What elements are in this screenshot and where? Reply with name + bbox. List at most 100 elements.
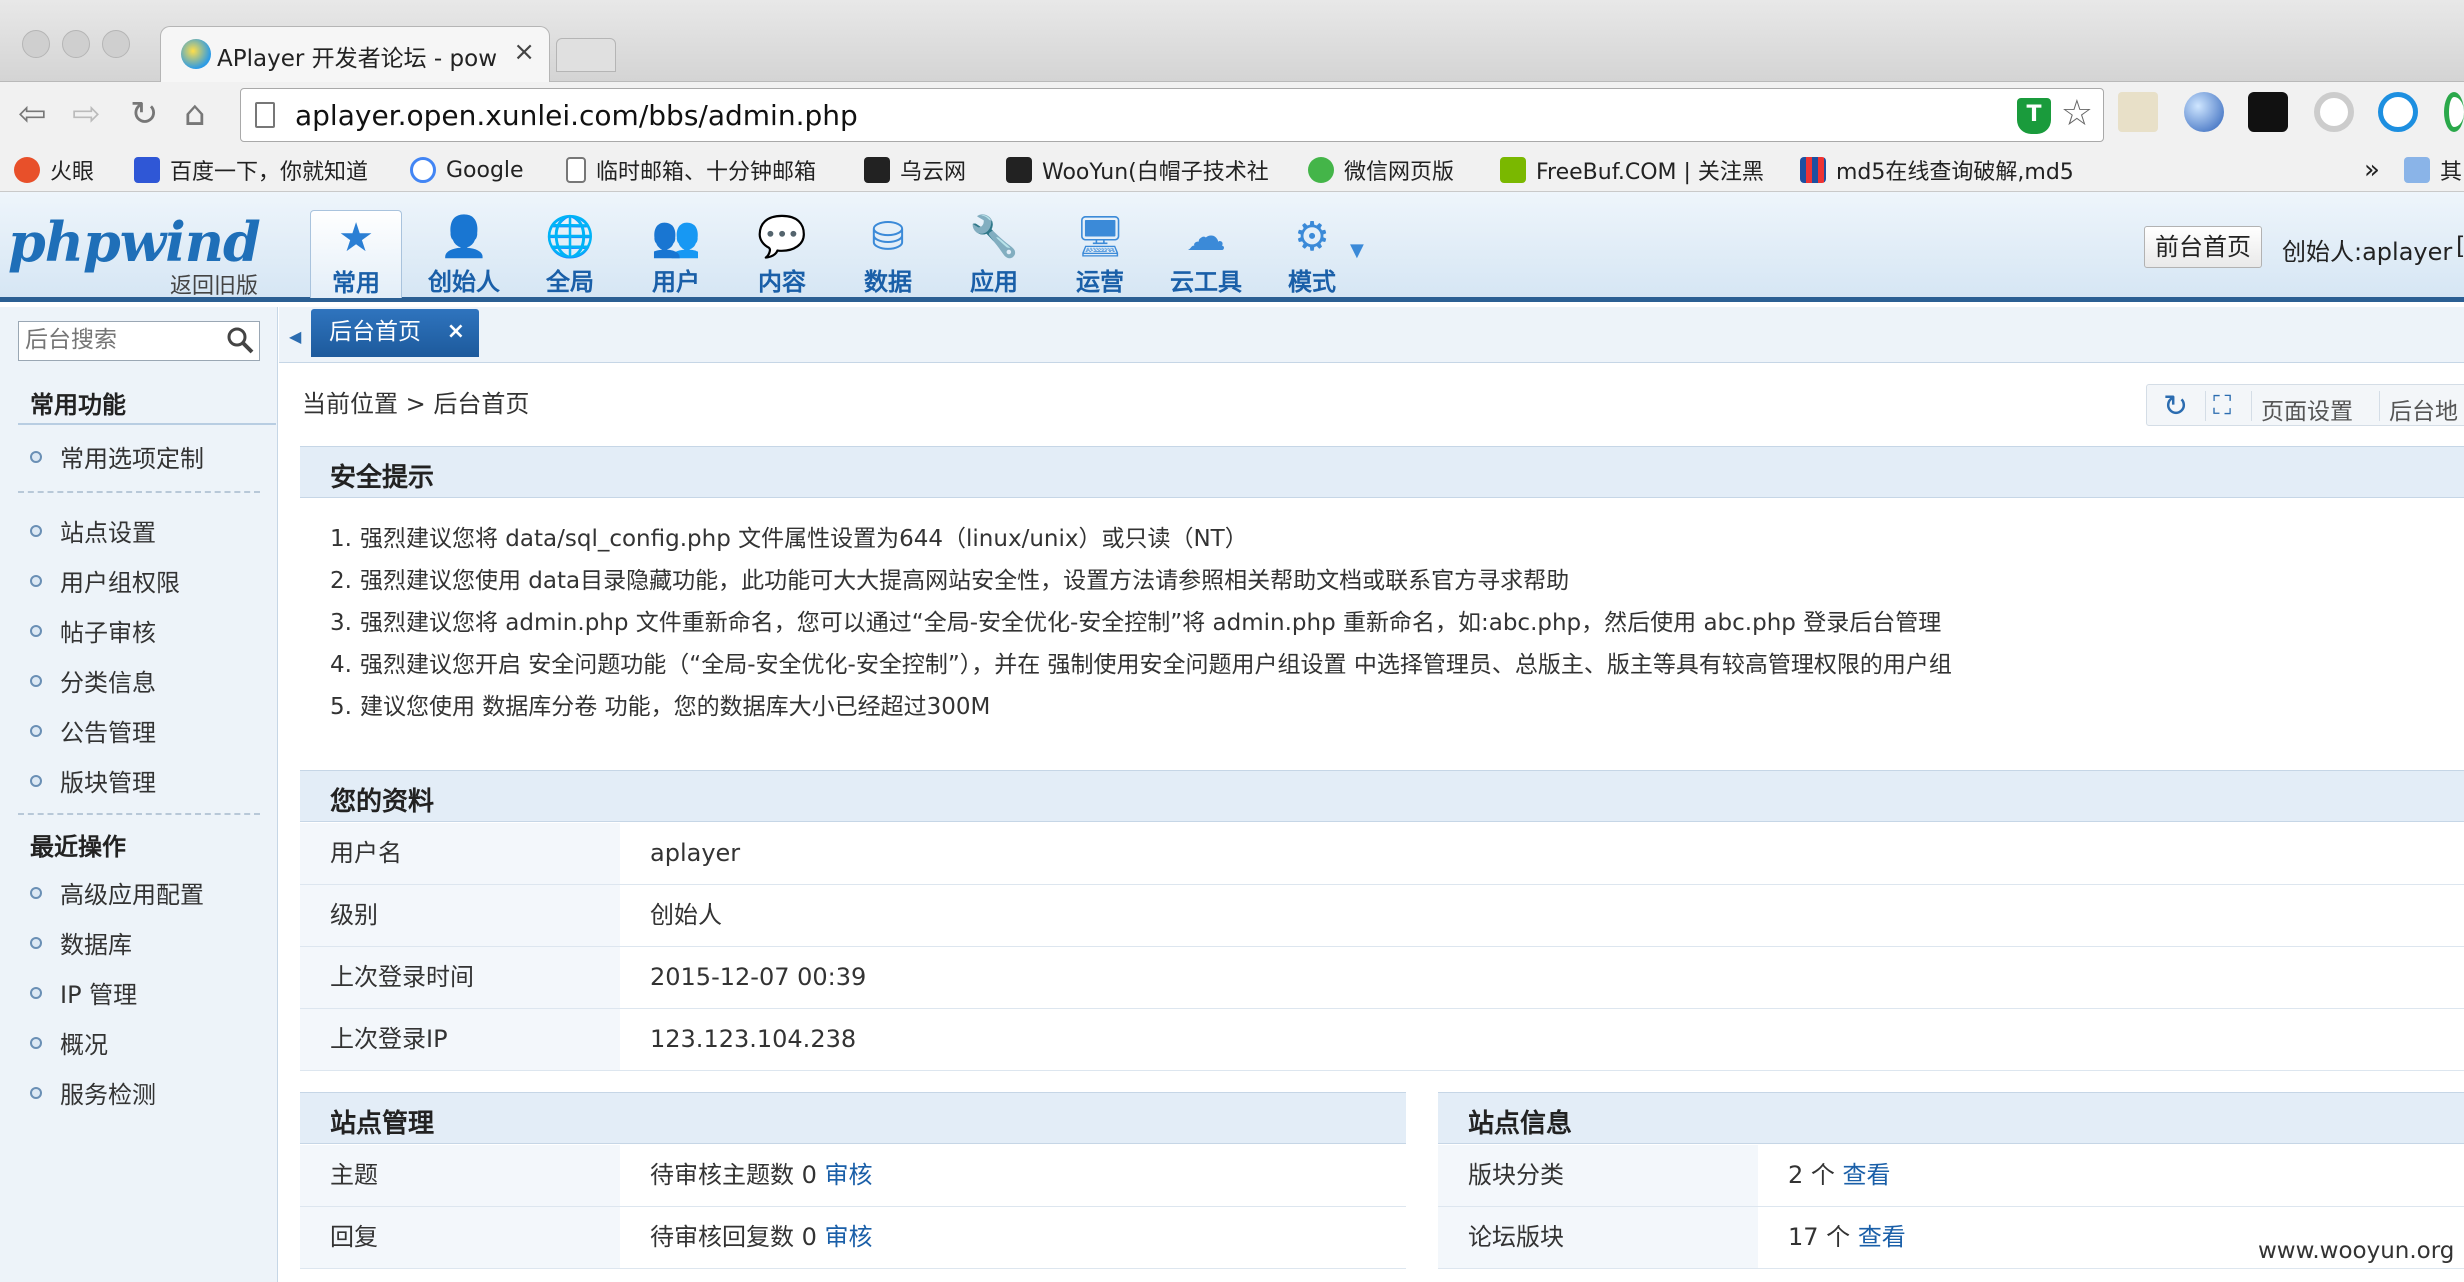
bookmark-item[interactable]: 临时邮箱、十分钟邮箱 xyxy=(566,152,816,188)
new-tab-button[interactable] xyxy=(556,38,616,72)
review-topics-link[interactable]: 审核 xyxy=(825,1161,873,1189)
nav-data[interactable]: ⛁ 数据 xyxy=(842,210,934,298)
nav-cloud-tools[interactable]: ☁ 云工具 xyxy=(1160,210,1252,298)
bookmark-item[interactable]: 微信网页版 xyxy=(1308,152,1454,188)
review-replies-link[interactable]: 审核 xyxy=(825,1223,873,1251)
window-minimize-button[interactable] xyxy=(62,30,90,58)
bookmark-item[interactable]: WooYun(白帽子技术社 xyxy=(1006,152,1269,188)
bookmark-item[interactable]: 乌云网 xyxy=(864,152,966,188)
sidebar-item-database[interactable]: 数据库 xyxy=(30,925,132,960)
table-row: 回复 待审核回复数 0 审核 xyxy=(300,1207,1406,1269)
tab-admin-home[interactable]: 后台首页 × xyxy=(311,309,479,357)
nav-common[interactable]: ★ 常用 xyxy=(310,210,402,298)
security-tips-header: 安全提示 xyxy=(300,446,2464,498)
tab-close-icon[interactable]: × xyxy=(447,309,465,355)
sidebar-item-label: 高级应用配置 xyxy=(60,881,204,909)
sidebar-item-announcements[interactable]: 公告管理 xyxy=(30,713,156,748)
nav-more-arrow-icon[interactable]: ▼ xyxy=(1350,240,1364,261)
nav-founder[interactable]: 👤 创始人 xyxy=(418,210,510,298)
admin-map-button[interactable]: 后台地 xyxy=(2389,392,2458,426)
row-value: 2 个 查看 xyxy=(1758,1145,1891,1205)
bookmarks-folder[interactable]: 其 xyxy=(2404,152,2462,188)
home-icon[interactable]: ⌂ xyxy=(184,94,206,134)
bookmark-favicon-icon xyxy=(1006,157,1032,183)
reload-icon[interactable]: ↻ xyxy=(130,94,159,134)
browser-tab-active[interactable]: APlayer 开发者论坛 - powere × xyxy=(160,26,550,82)
back-to-old-version-link[interactable]: 返回旧版 xyxy=(170,268,258,300)
bookmark-item[interactable]: FreeBuf.COM | 关注黑 xyxy=(1500,152,1764,188)
site-info-header: 站点信息 xyxy=(1438,1092,2464,1144)
address-bar[interactable]: aplayer.open.xunlei.com/bbs/admin.php T … xyxy=(240,88,2104,142)
nav-apps[interactable]: 🔧 应用 xyxy=(948,210,1040,298)
bookmark-item[interactable]: 百度一下，你就知道 xyxy=(134,152,368,188)
section-title: 站点管理 xyxy=(330,1109,435,1139)
tab-title: APlayer 开发者论坛 - powere xyxy=(217,46,497,72)
bookmark-item[interactable]: 火眼 xyxy=(14,152,94,188)
sidebar-item-category-info[interactable]: 分类信息 xyxy=(30,663,156,698)
url-text: aplayer.open.xunlei.com/bbs/admin.php xyxy=(295,99,858,132)
front-page-button[interactable]: 前台首页 xyxy=(2144,226,2262,268)
tip-text: 强烈建议您将 data/sql_config.php 文件属性设置为644（li… xyxy=(360,526,1248,552)
sidebar-divider xyxy=(18,813,260,815)
sidebar-item-ip-manage[interactable]: IP 管理 xyxy=(30,975,137,1010)
back-arrow-icon[interactable]: ⇦ xyxy=(18,94,47,134)
row-value: 创始人 xyxy=(650,901,722,929)
bookmark-favicon-icon xyxy=(134,157,160,183)
circle-extension-icon[interactable] xyxy=(2314,92,2354,132)
forward-arrow-icon[interactable]: ⇨ xyxy=(72,94,101,134)
table-row: 级别 创始人 xyxy=(300,885,2464,947)
search-extension-icon[interactable] xyxy=(2378,92,2418,132)
sidebar-item-custom-options[interactable]: 常用选项定制 xyxy=(30,439,204,474)
nav-content[interactable]: 💬 内容 xyxy=(736,210,828,298)
bookmark-item[interactable]: md5在线查询破解,md5 xyxy=(1800,152,2074,188)
window-zoom-button[interactable] xyxy=(102,30,130,58)
browser-toolbar: ⇦ ⇨ ↻ ⌂ aplayer.open.xunlei.com/bbs/admi… xyxy=(0,82,2464,148)
sidebar-item-post-review[interactable]: 帖子审核 xyxy=(30,613,156,648)
window-close-button[interactable] xyxy=(22,30,50,58)
sidebar-item-advanced-app-config[interactable]: 高级应用配置 xyxy=(30,875,204,910)
admin-search-box xyxy=(18,321,260,361)
bullet-icon xyxy=(30,724,42,737)
database-icon: ⛁ xyxy=(871,214,905,260)
sidebar-item-site-settings[interactable]: 站点设置 xyxy=(30,513,156,548)
sidebar-item-label: 帖子审核 xyxy=(60,619,156,647)
sidebar-item-label: 概况 xyxy=(60,1031,108,1059)
row-key: 用户名 xyxy=(300,823,620,884)
globe-extension-icon[interactable] xyxy=(2184,92,2224,132)
green-extension-icon[interactable] xyxy=(2444,92,2464,132)
nav-users[interactable]: 👥 用户 xyxy=(630,210,722,298)
shield-extension-icon[interactable]: T xyxy=(2017,98,2051,134)
bookmark-star-icon[interactable]: ☆ xyxy=(2061,93,2093,134)
refresh-icon[interactable]: ↻ xyxy=(2163,389,2188,424)
bookmarks-more-button[interactable]: » xyxy=(2364,152,2380,188)
page-settings-button[interactable]: 页面设置 xyxy=(2261,392,2353,426)
sidebar-item-usergroup-permissions[interactable]: 用户组权限 xyxy=(30,563,180,598)
fullscreen-icon[interactable]: ⛶ xyxy=(2213,391,2231,422)
sidebar-item-forum-manage[interactable]: 版块管理 xyxy=(30,763,156,798)
nav-mode[interactable]: ⚙ 模式 xyxy=(1266,210,1358,298)
sidebar-item-service-check[interactable]: 服务检测 xyxy=(30,1075,156,1110)
view-boards-link[interactable]: 查看 xyxy=(1858,1223,1906,1251)
mask-extension-icon[interactable] xyxy=(2248,92,2288,132)
collapse-sidebar-icon[interactable]: ◀ xyxy=(289,327,301,346)
bookmark-item[interactable]: Google xyxy=(410,152,524,188)
tab-close-icon[interactable]: × xyxy=(513,37,535,67)
security-tips-list: 1. 强烈建议您将 data/sql_config.php 文件属性设置为644（… xyxy=(330,518,1952,728)
sidebar-item-label: 数据库 xyxy=(60,931,132,959)
admin-search-input[interactable] xyxy=(19,322,219,358)
sidebar-item-label: 公告管理 xyxy=(60,719,156,747)
nav-operations[interactable]: 🖥 运营 xyxy=(1054,210,1146,298)
view-categories-link[interactable]: 查看 xyxy=(1843,1161,1891,1189)
bookmark-favicon-icon xyxy=(410,157,436,183)
nav-global[interactable]: 🌐 全局 xyxy=(524,210,616,298)
page-icon xyxy=(255,102,275,128)
tool-separator xyxy=(2379,391,2380,421)
extension-icon-1[interactable] xyxy=(2118,92,2158,132)
forum-category-count: 2 个 xyxy=(1788,1161,1835,1189)
sidebar-section-common: 常用功能 xyxy=(30,391,126,419)
list-item: 4. 强烈建议您开启 安全问题功能（“全局-安全优化-安全控制”），并在 强制使用… xyxy=(330,652,1952,678)
sidebar-item-overview[interactable]: 概况 xyxy=(30,1025,108,1060)
forum-board-count: 17 个 xyxy=(1788,1223,1851,1251)
search-icon[interactable] xyxy=(225,325,255,355)
gears-icon: ⚙ xyxy=(1294,214,1330,260)
